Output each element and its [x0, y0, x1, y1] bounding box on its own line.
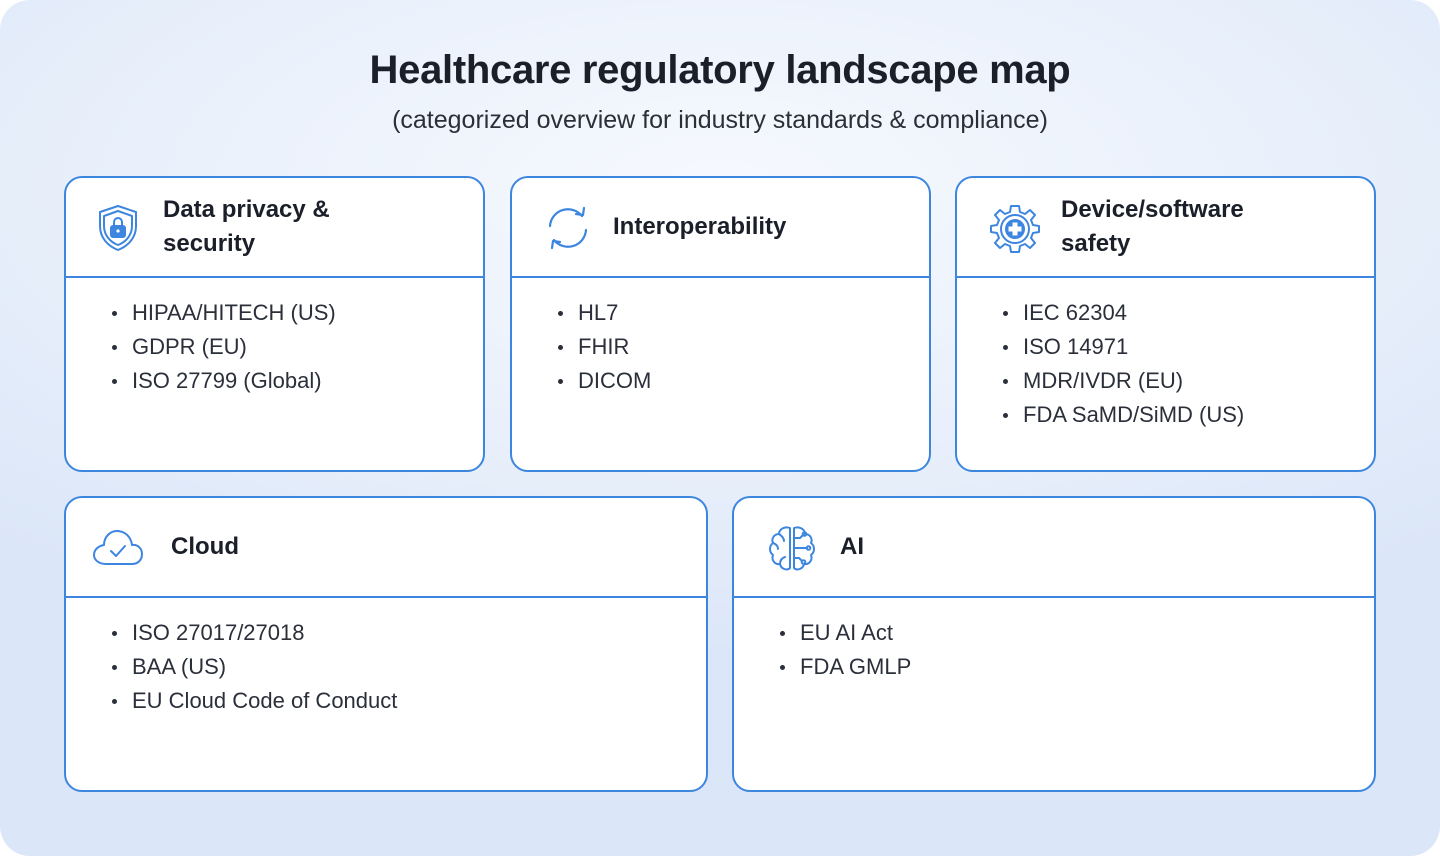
list-item: ISO 27017/27018 — [112, 616, 397, 650]
list-item: DICOM — [558, 364, 651, 398]
shield-lock-icon — [92, 202, 144, 254]
card-header: Cloud — [66, 498, 706, 598]
list-item: IEC 62304 — [1003, 296, 1244, 330]
card-device-software-safety: Device/software safety IEC 62304 ISO 149… — [955, 176, 1376, 472]
list-item: ISO 14971 — [1003, 330, 1244, 364]
diagram-title: Healthcare regulatory landscape map — [369, 48, 1071, 92]
list-item: GDPR (EU) — [112, 330, 336, 364]
list-item: EU Cloud Code of Conduct — [112, 684, 397, 718]
standards-list: HL7 FHIR DICOM — [558, 296, 651, 398]
cloud-check-icon — [92, 522, 144, 574]
card-cloud: Cloud ISO 27017/27018 BAA (US) EU Cloud … — [64, 496, 708, 792]
list-item: FDA SaMD/SiMD (US) — [1003, 398, 1244, 432]
card-title: Cloud — [171, 533, 239, 560]
list-item: MDR/IVDR (EU) — [1003, 364, 1244, 398]
card-title: Device/software safety — [1061, 196, 1244, 257]
card-header: Device/software safety — [957, 178, 1374, 278]
standards-list: IEC 62304 ISO 14971 MDR/IVDR (EU) FDA Sa… — [1003, 296, 1244, 432]
card-title: Data privacy & security — [163, 196, 330, 257]
standards-list: HIPAA/HITECH (US) GDPR (EU) ISO 27799 (G… — [112, 296, 336, 398]
card-header: Data privacy & security — [66, 178, 483, 278]
standards-list: EU AI Act FDA GMLP — [780, 616, 911, 684]
card-interoperability: Interoperability HL7 FHIR DICOM — [510, 176, 931, 472]
list-item: FDA GMLP — [780, 650, 911, 684]
card-header: Interoperability — [512, 178, 929, 278]
list-item: HL7 — [558, 296, 651, 330]
list-item: FHIR — [558, 330, 651, 364]
card-title: AI — [840, 533, 864, 560]
gear-medical-cross-icon — [989, 202, 1041, 254]
list-item: HIPAA/HITECH (US) — [112, 296, 336, 330]
brain-circuit-icon — [766, 522, 818, 574]
card-ai: AI EU AI Act FDA GMLP — [732, 496, 1376, 792]
standards-list: ISO 27017/27018 BAA (US) EU Cloud Code o… — [112, 616, 397, 718]
card-title: Interoperability — [613, 213, 787, 240]
list-item: EU AI Act — [780, 616, 911, 650]
list-item: BAA (US) — [112, 650, 397, 684]
sync-arrows-icon — [542, 202, 594, 254]
list-item: ISO 27799 (Global) — [112, 364, 336, 398]
card-data-privacy-security: Data privacy & security HIPAA/HITECH (US… — [64, 176, 485, 472]
card-header: AI — [734, 498, 1374, 598]
diagram-subtitle: (categorized overview for industry stand… — [392, 106, 1048, 134]
diagram-frame: Healthcare regulatory landscape map (cat… — [0, 0, 1440, 856]
